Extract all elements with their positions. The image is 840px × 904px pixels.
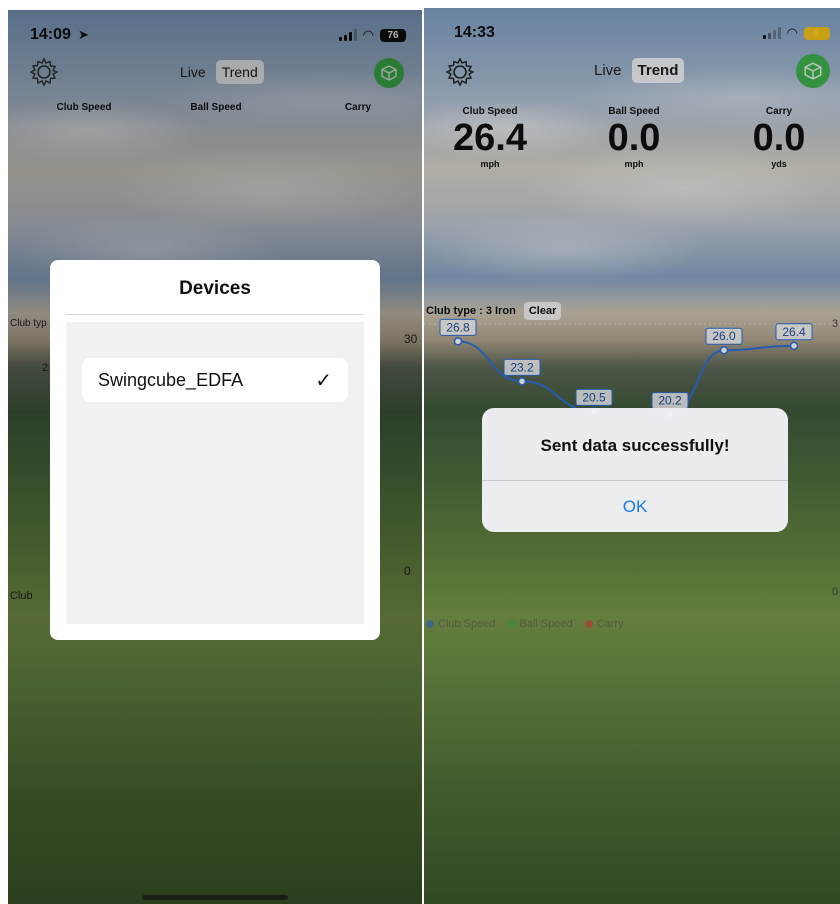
- device-name: Swingcube_EDFA: [98, 369, 244, 390]
- success-alert: Sent data successfully! OK: [482, 408, 788, 532]
- device-list: Swingcube_EDFA ✓: [66, 322, 364, 624]
- checkmark-icon: ✓: [315, 369, 332, 392]
- devices-title: Devices: [179, 278, 251, 299]
- device-row[interactable]: Swingcube_EDFA ✓: [82, 358, 348, 402]
- devices-dialog: Devices Swingcube_EDFA ✓: [50, 260, 380, 640]
- left-screen: 14:09 ➤ ◠ 76 Live Trend Club Speed Ball …: [8, 10, 422, 904]
- right-screen: 14:33 ◠ ⚡ Live Trend Club Speed 26.4 mph…: [424, 8, 840, 904]
- devices-divider: [66, 314, 364, 315]
- ok-button[interactable]: OK: [482, 481, 788, 532]
- home-indicator: [142, 895, 288, 900]
- alert-message: Sent data successfully!: [540, 436, 730, 455]
